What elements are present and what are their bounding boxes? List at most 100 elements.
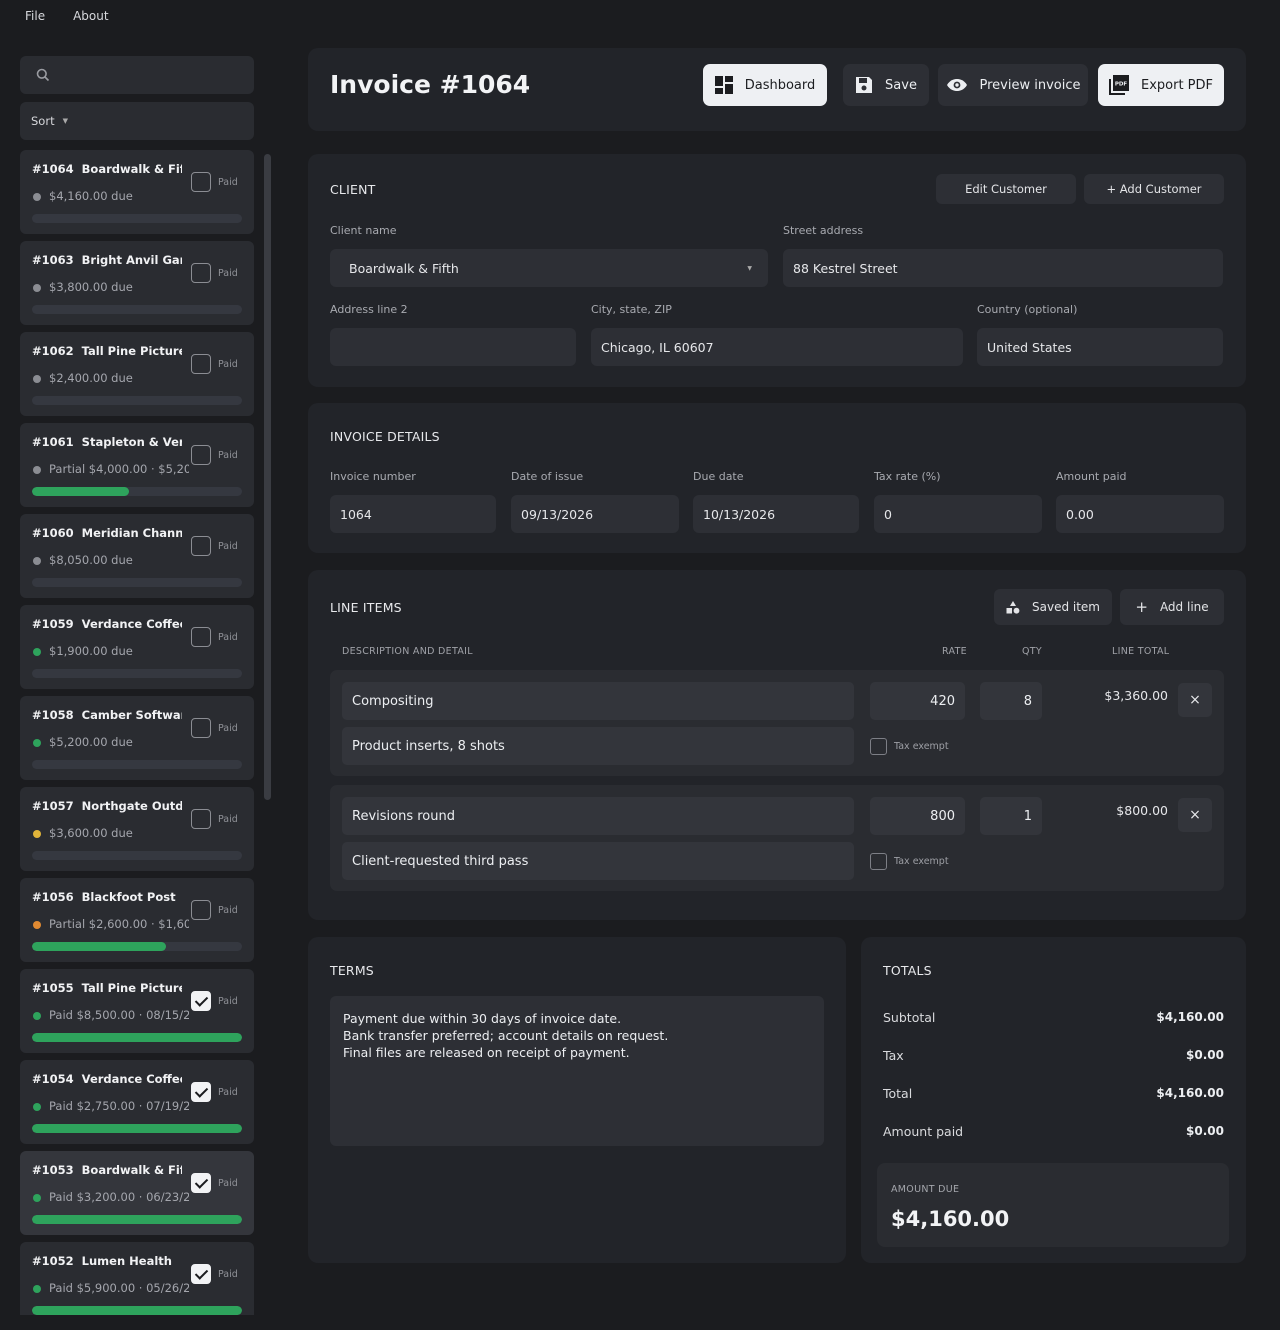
country-input[interactable]: United States [977,328,1223,366]
tax-exempt-checkbox[interactable] [870,738,887,755]
invoice-number: #1064 [32,162,74,176]
sidebar-scrollbar[interactable] [264,154,271,800]
invoice-client: Boardwalk & Fifth [81,162,182,176]
invoice-client: Blackfoot Post [81,890,176,904]
line-rate-input[interactable]: 800 [870,797,965,835]
search-input[interactable] [20,56,254,94]
line-detail-input[interactable]: Product inserts, 8 shots [342,727,854,765]
col-line-total: LINE TOTAL [1112,646,1170,657]
invoice-card[interactable]: #1058 Camber Software $5,200.00 due Paid [20,696,254,780]
paid-checkbox[interactable] [191,991,211,1011]
amount-due-label: AMOUNT DUE [891,1184,960,1195]
invoice-client: Tall Pine Pictures [81,344,182,358]
payment-progress-bar [32,760,242,769]
line-description-input[interactable]: Compositing [342,682,854,720]
invoice-number: #1052 [32,1254,74,1268]
client-section-title: CLIENT [330,182,376,197]
invoice-card[interactable]: #1052 Lumen Health Paid $5,900.00 · 05/26… [20,1242,254,1315]
due-date-input[interactable]: 10/13/2026 [693,495,859,533]
paid-checkbox[interactable] [191,627,211,647]
paid-checkbox[interactable] [191,536,211,556]
invoice-card[interactable]: #1059 Verdance Coffee $1,900.00 due Paid [20,605,254,689]
paid-label: Paid [218,814,238,825]
paid-checkbox[interactable] [191,172,211,192]
tax-exempt-checkbox[interactable] [870,853,887,870]
paid-checkbox[interactable] [191,1173,211,1193]
terms-textarea[interactable]: Payment due within 30 days of invoice da… [330,996,824,1146]
paid-label: Paid [218,632,238,643]
invoice-client: Meridian Channel [81,526,182,540]
issue-date-label: Date of issue [511,470,584,483]
invoice-card[interactable]: #1060 Meridian Channel $8,050.00 due Paid [20,514,254,598]
invoice-card[interactable]: #1062 Tall Pine Pictures $2,400.00 due Pai… [20,332,254,416]
invoice-card[interactable]: #1056 Blackfoot Post Partial $2,600.00 · … [20,878,254,962]
paid-checkbox[interactable] [191,1082,211,1102]
paid-checkbox[interactable] [191,445,211,465]
invoice-card-title: #1062 Tall Pine Pictures [32,344,182,358]
caret-down-icon: ▼ [62,117,68,125]
invoice-card[interactable]: #1057 Northgate Outdoor $3,600.00 due Paid [20,787,254,871]
dashboard-button[interactable]: Dashboard [703,64,827,106]
invoice-card-title: #1057 Northgate Outdoor [32,799,182,813]
country-label: Country (optional) [977,303,1078,316]
invoice-card[interactable]: #1054 Verdance Coffee Paid $2,750.00 · 07… [20,1060,254,1144]
payment-progress-bar [32,1215,242,1224]
terms-line: Payment due within 30 days of invoice da… [343,1011,622,1026]
paid-checkbox[interactable] [191,718,211,738]
terms-line: Bank transfer preferred; account details… [343,1028,669,1043]
issue-date-input[interactable]: 09/13/2026 [511,495,679,533]
invoice-card[interactable]: #1053 Boardwalk & Fifth Paid $3,200.00 · … [20,1151,254,1235]
street-input[interactable]: 88 Kestrel Street [783,249,1223,287]
invoice-client: Northgate Outdoor [81,799,182,813]
invoice-number: #1053 [32,1163,74,1177]
invoice-card[interactable]: #1063 Bright Anvil Games $3,800.00 due Pai… [20,241,254,325]
menu-about[interactable]: About [73,9,108,23]
line-description-input[interactable]: Revisions round [342,797,854,835]
client-name-select[interactable]: Boardwalk & Fifth ▼ [330,249,768,287]
paid-checkbox[interactable] [191,1264,211,1284]
invoice-card[interactable]: #1061 Stapleton & Verri... Partial $4,000… [20,423,254,507]
line-rate-input[interactable]: 420 [870,682,965,720]
remove-line-button[interactable]: × [1178,683,1212,717]
tax-exempt-label: Tax exempt [894,741,949,752]
add-line-button[interactable]: + Add line [1120,589,1224,625]
saved-item-button[interactable]: Saved item [994,589,1112,625]
client-name-value: Boardwalk & Fifth [349,260,459,276]
edit-customer-button[interactable]: Edit Customer [936,174,1076,204]
remove-line-button[interactable]: × [1178,798,1212,832]
total-label: Total [883,1086,913,1101]
paid-label: Paid [218,905,238,916]
export-pdf-button[interactable]: PDF Export PDF [1098,64,1224,106]
payment-progress-bar [32,1033,242,1042]
tax-rate-input[interactable]: 0 [874,495,1042,533]
menu-file[interactable]: File [25,9,45,23]
paid-checkbox[interactable] [191,900,211,920]
invoice-card[interactable]: #1055 Tall Pine Pictures Paid $8,500.00 ·… [20,969,254,1053]
status-dot [33,193,41,201]
amount-paid-input[interactable]: 0.00 [1056,495,1224,533]
invoice-number-input[interactable]: 1064 [330,495,496,533]
city-input[interactable]: Chicago, IL 60607 [591,328,963,366]
paid-label: Paid [218,1269,238,1280]
address2-input[interactable] [330,328,576,366]
preview-invoice-button[interactable]: Preview invoice [938,64,1088,106]
add-customer-button[interactable]: + Add Customer [1084,174,1224,204]
paid-checkbox[interactable] [191,354,211,374]
tax-exempt-label: Tax exempt [894,856,949,867]
paid-checkbox[interactable] [191,263,211,283]
payment-progress-fill [32,1033,242,1042]
line-total: $800.00 [1116,803,1168,818]
line-qty-input[interactable]: 8 [980,682,1042,720]
sort-dropdown[interactable]: Sort ▼ [20,102,254,140]
invoice-client: Tall Pine Pictures [81,981,182,995]
invoice-card-title: #1058 Camber Software [32,708,182,722]
invoice-card[interactable]: #1064 Boardwalk & Fifth $4,160.00 due Paid [20,150,254,234]
line-qty-input[interactable]: 1 [980,797,1042,835]
payment-progress-fill [32,1215,242,1224]
invoice-details-title: INVOICE DETAILS [330,429,440,444]
save-button[interactable]: Save [843,64,929,106]
paid-label: Paid [218,541,238,552]
line-detail-input[interactable]: Client-requested third pass [342,842,854,880]
paid-checkbox[interactable] [191,809,211,829]
invoice-number: #1063 [32,253,74,267]
